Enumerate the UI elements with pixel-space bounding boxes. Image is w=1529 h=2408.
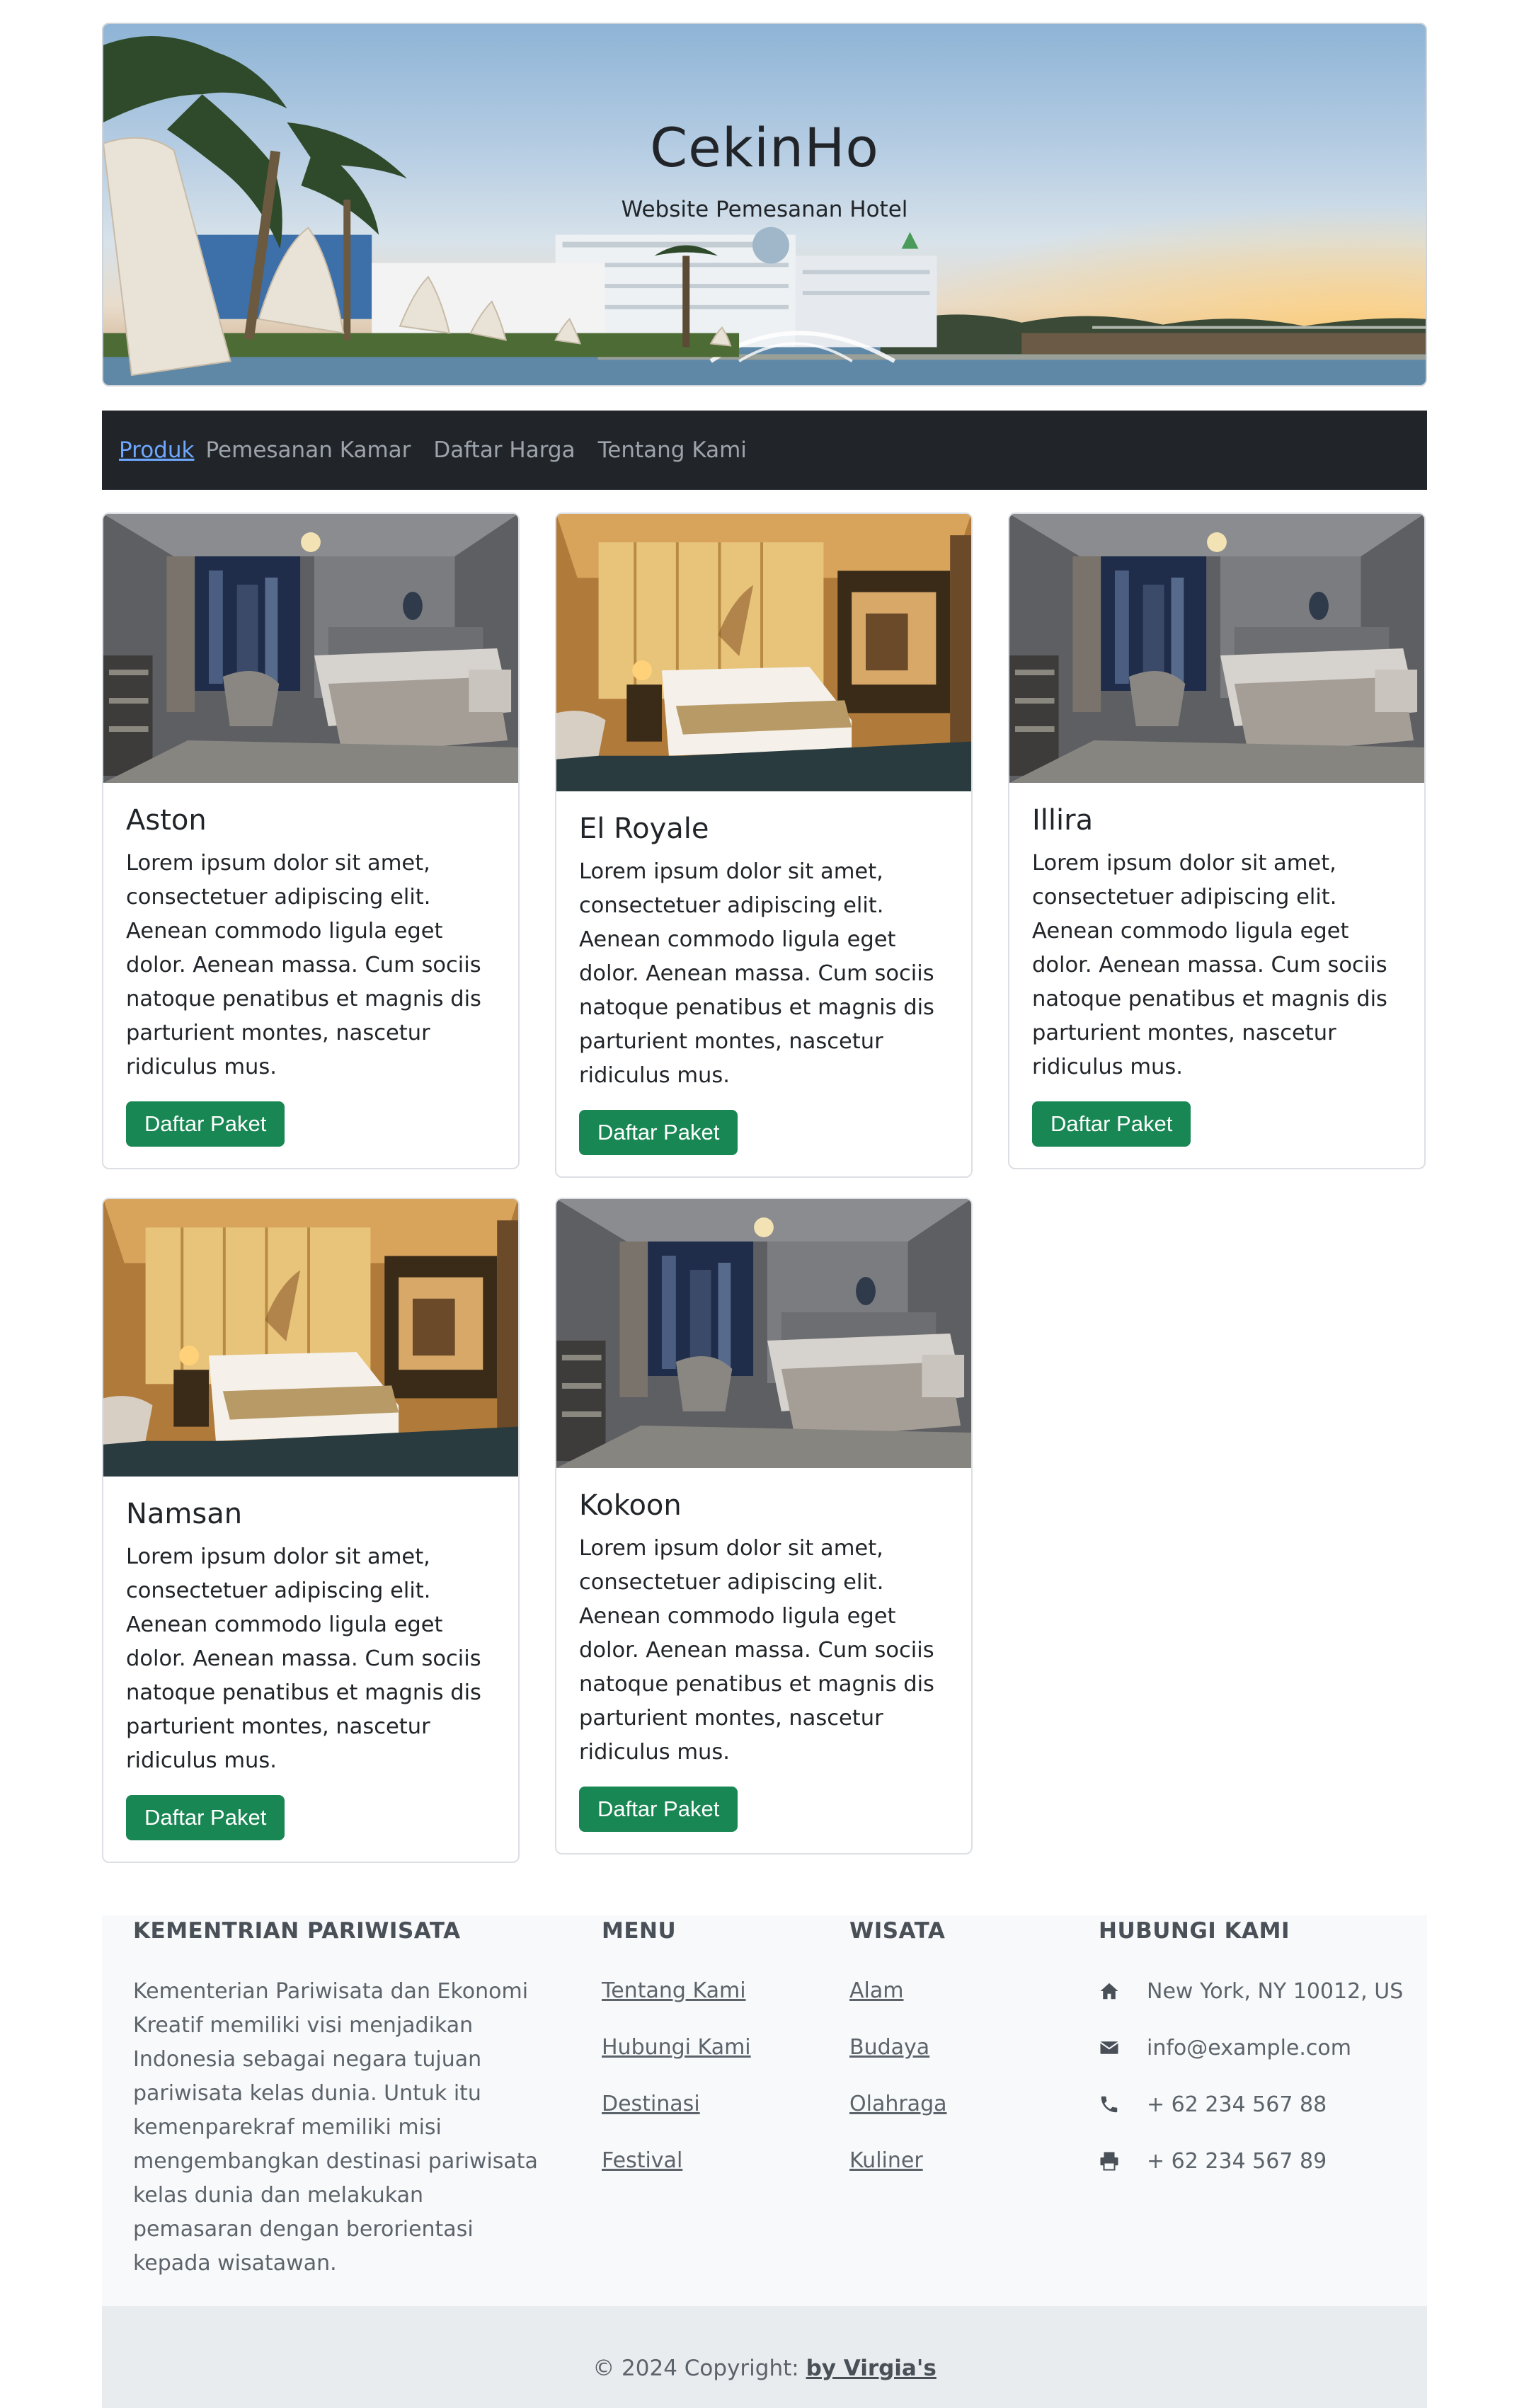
nav-produk[interactable]: Produk	[119, 437, 194, 463]
copyright-author-link[interactable]: by Virgia's	[806, 2356, 937, 2381]
footer-link-hubungi-kami[interactable]: Hubungi Kami	[602, 2031, 751, 2064]
card-title: El Royale	[579, 813, 709, 845]
nav-pemesanan-kamar[interactable]: Pemesanan Kamar	[205, 437, 411, 463]
nav-daftar-harga[interactable]: Daftar Harga	[433, 437, 575, 463]
envelope-icon	[1099, 2041, 1119, 2054]
site-title: CekinHo	[650, 116, 879, 179]
daftar-paket-button[interactable]: Daftar Paket	[126, 1101, 285, 1147]
footer-menu-heading: MENU	[602, 1918, 677, 1944]
hero-banner: CekinHo Website Pemesanan Hotel	[102, 23, 1427, 386]
contact-address: New York, NY 10012, US	[1099, 1975, 1403, 2007]
contact-address-text: New York, NY 10012, US	[1147, 1978, 1404, 2004]
print-icon	[1100, 2152, 1118, 2171]
hotel-card-namsan: Namsan Lorem ipsum dolor sit amet, conse…	[102, 1198, 520, 1863]
phone-icon	[1101, 2096, 1118, 2113]
footer-contact-heading: HUBUNGI KAMI	[1099, 1918, 1290, 1944]
hotel-room-image	[103, 514, 518, 783]
daftar-paket-button[interactable]: Daftar Paket	[579, 1787, 738, 1832]
footer-about-heading: KEMENTRIAN PARIWISATA	[133, 1918, 461, 1944]
footer-menu: MENU Tentang Kami Hubungi Kami Destinasi…	[602, 1915, 751, 2201]
card-text: Lorem ipsum dolor sit amet, consectetuer…	[126, 1544, 481, 1773]
site-subtitle: Website Pemesanan Hotel	[621, 197, 908, 222]
footer-link-kuliner[interactable]: Kuliner	[849, 2145, 947, 2177]
hotel-room-image	[556, 1199, 971, 1468]
footer-link-destinasi[interactable]: Destinasi	[602, 2088, 751, 2121]
hotel-room-image	[556, 514, 971, 791]
footer-link-alam[interactable]: Alam	[849, 1975, 947, 2007]
footer-link-budaya[interactable]: Budaya	[849, 2031, 947, 2064]
copyright-text: © 2024 Copyright:	[592, 2356, 806, 2381]
contact-phone-text: + 62 234 567 88	[1147, 2092, 1327, 2117]
card-text: Lorem ipsum dolor sit amet, consectetuer…	[126, 851, 481, 1079]
card-text: Lorem ipsum dolor sit amet, consectetuer…	[1032, 851, 1387, 1079]
hotel-card-illira: Illira Lorem ipsum dolor sit amet, conse…	[1008, 512, 1426, 1169]
nav-tentang-kami[interactable]: Tentang Kami	[598, 437, 747, 463]
card-title: Namsan	[126, 1498, 243, 1530]
hotel-card-el-royale: El Royale Lorem ipsum dolor sit amet, co…	[555, 512, 973, 1178]
footer-about-text: Kementerian Pariwisata dan Ekonomi Kreat…	[133, 1979, 538, 2276]
copyright-bar: © 2024 Copyright: by Virgia's	[102, 2306, 1427, 2408]
footer-wisata-heading: WISATA	[849, 1918, 946, 1944]
contact-email-text: info@example.com	[1147, 2035, 1351, 2060]
home-icon	[1100, 1983, 1118, 2000]
footer-link-festival[interactable]: Festival	[602, 2145, 751, 2177]
hotel-room-image	[1009, 514, 1424, 783]
card-title: Illira	[1032, 804, 1094, 837]
contact-fax: + 62 234 567 89	[1099, 2145, 1403, 2177]
footer-contact: HUBUNGI KAMI New York, NY 10012, US info…	[1099, 1915, 1403, 2201]
daftar-paket-button[interactable]: Daftar Paket	[579, 1110, 738, 1155]
daftar-paket-button[interactable]: Daftar Paket	[126, 1795, 285, 1840]
contact-fax-text: + 62 234 567 89	[1147, 2148, 1327, 2174]
card-title: Aston	[126, 804, 207, 837]
daftar-paket-button[interactable]: Daftar Paket	[1032, 1101, 1191, 1147]
card-title: Kokoon	[579, 1489, 682, 1522]
card-text: Lorem ipsum dolor sit amet, consectetuer…	[579, 1536, 934, 1765]
footer-link-tentang-kami[interactable]: Tentang Kami	[602, 1975, 751, 2007]
footer-link-olahraga[interactable]: Olahraga	[849, 2088, 947, 2121]
hotel-room-image	[103, 1199, 518, 1477]
main-navbar: Produk Pemesanan Kamar Daftar Harga Tent…	[102, 411, 1427, 490]
footer-about: KEMENTRIAN PARIWISATA Kementerian Pariwi…	[133, 1915, 544, 2281]
footer-wisata: WISATA Alam Budaya Olahraga Kuliner	[849, 1915, 947, 2201]
contact-phone: + 62 234 567 88	[1099, 2088, 1403, 2121]
contact-email: info@example.com	[1099, 2031, 1403, 2064]
card-text: Lorem ipsum dolor sit amet, consectetuer…	[579, 859, 934, 1088]
site-footer: KEMENTRIAN PARIWISATA Kementerian Pariwi…	[102, 1915, 1427, 2306]
hotel-card-kokoon: Kokoon Lorem ipsum dolor sit amet, conse…	[555, 1198, 973, 1854]
hotel-card-aston: Aston Lorem ipsum dolor sit amet, consec…	[102, 512, 520, 1169]
